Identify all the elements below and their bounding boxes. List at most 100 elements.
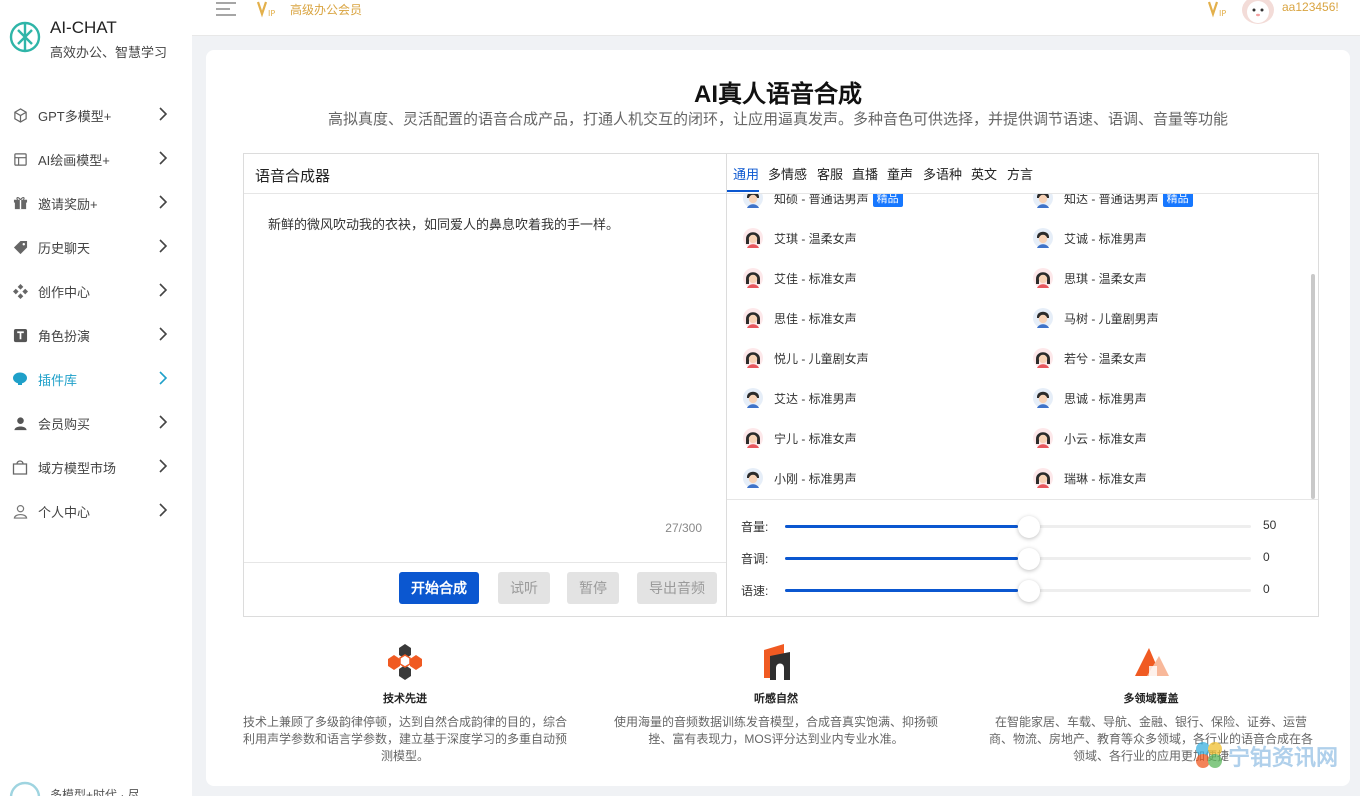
voice-list-scrollbar[interactable] [1311, 274, 1315, 499]
slider-label: 音量: [741, 520, 769, 534]
voice-option[interactable]: 思琪 - 温柔女声 [1032, 266, 1147, 290]
voice-option[interactable]: 瑞琳 - 标准女声 [1032, 466, 1147, 490]
sidebar-item-membership[interactable]: 会员购买 [0, 401, 192, 445]
sidebar-item-label: 邀请奖励+ [38, 196, 98, 212]
female-avatar-icon [743, 228, 763, 248]
feature-title: 听感自然 [754, 693, 798, 705]
female-avatar-icon [1033, 268, 1053, 288]
feature-description: 技术上兼顾了多级韵律停顿，达到自然合成韵律的目的，综合利用声学参数和语言学参数，… [242, 715, 567, 763]
slider-fill [785, 557, 1018, 560]
voice-option[interactable]: 艾达 - 标准男声 [742, 386, 857, 410]
slider-thumb[interactable] [1018, 548, 1040, 570]
female-avatar-icon [1033, 348, 1053, 368]
feature-description: 使用海量的音频数据训练发音模型，合成音真实饱满、抑扬顿挫、富有表现力，MOS评分… [613, 715, 938, 746]
voice-option[interactable]: 马树 - 儿童剧男声 [1032, 306, 1159, 330]
sidebar-item-ai-draw[interactable]: AI绘画模型+ [0, 137, 192, 181]
sidebar-item-creation[interactable]: 创作中心 [0, 269, 192, 313]
listen-button[interactable]: 试听 [498, 572, 550, 604]
slider-label: 语速: [741, 584, 769, 598]
sidebar-item-history[interactable]: 历史聊天 [0, 225, 192, 269]
synthesis-text-input[interactable]: 新鲜的微风吹动我的衣袂，如同爱人的鼻息吹着我的手一样。 [268, 214, 619, 233]
cube-icon [12, 107, 28, 123]
tab-live[interactable]: 直播 [852, 164, 878, 183]
vip-crown-icon: IP [256, 1, 275, 18]
vip-level-label: 高级办公会员 [290, 3, 363, 17]
tab-multilingual[interactable]: 多语种 [923, 164, 962, 183]
cat-avatar-icon [1247, 1, 1269, 23]
sidebar-item-label: 会员购买 [38, 416, 91, 432]
chevron-right-icon [159, 415, 168, 429]
male-avatar-icon [1033, 194, 1053, 208]
volume-slider[interactable]: 音量: 50 [741, 516, 1301, 538]
user-avatar[interactable] [1242, 0, 1274, 24]
voice-category-tabs: 通用 多情感 客服 直播 童声 多语种 英文 方言 [727, 154, 1318, 194]
voice-option[interactable]: 思诚 - 标准男声 [1032, 386, 1147, 410]
slider-track[interactable] [785, 580, 1251, 602]
slider-track[interactable] [785, 516, 1251, 538]
username[interactable]: aa123456! [1282, 0, 1339, 14]
sidebar-nav: GPT多模型+ AI绘画模型+ 邀请奖励+ 历史聊天 创作中心 角色扮演 插件库… [0, 93, 192, 533]
voice-option[interactable]: 宁儿 - 标准女声 [742, 426, 857, 450]
pitch-slider[interactable]: 音调: 0 [741, 548, 1301, 570]
voice-option[interactable]: 思佳 - 标准女声 [742, 306, 857, 330]
voice-option[interactable]: 艾诚 - 标准男声 [1032, 226, 1147, 250]
slider-track[interactable] [785, 548, 1251, 570]
tab-child[interactable]: 童声 [887, 164, 913, 183]
sidebar-item-plugins[interactable]: 插件库 [0, 357, 192, 401]
chevron-right-icon [159, 107, 168, 121]
slider-thumb[interactable] [1018, 516, 1040, 538]
hamburger-menu-icon[interactable] [216, 2, 236, 16]
person-outline-icon [12, 503, 28, 519]
voice-option[interactable]: 若兮 - 温柔女声 [1032, 346, 1147, 370]
voice-option[interactable]: 艾琪 - 温柔女声 [742, 226, 857, 250]
tab-english[interactable]: 英文 [971, 164, 997, 183]
tab-general[interactable]: 通用 [733, 164, 759, 183]
bulb-icon [12, 371, 28, 387]
voice-name: 思佳 - 标准女声 [774, 311, 857, 326]
voice-name: 艾达 - 标准男声 [774, 391, 857, 406]
tab-dialect[interactable]: 方言 [1007, 164, 1033, 183]
diamond-grid-icon [12, 283, 28, 299]
sidebar-item-model-market[interactable]: 域方模型市场 [0, 445, 192, 489]
sidebar-item-profile[interactable]: 个人中心 [0, 489, 192, 533]
topbar: IP 高级办公会员 IP aa123456! [192, 0, 1360, 36]
voice-option[interactable]: 悦儿 - 儿童剧女声 [742, 346, 869, 370]
slider-value: 0 [1263, 582, 1270, 596]
sidebar-item-label: 个人中心 [38, 504, 91, 520]
voice-option[interactable]: 艾佳 - 标准女声 [742, 266, 857, 290]
svg-text:IP: IP [268, 9, 275, 18]
voice-option[interactable]: 知硕 - 普通话男声 精品 [742, 194, 903, 210]
voice-option[interactable]: 知达 - 普通话男声 精品 [1032, 194, 1193, 210]
voice-option[interactable]: 小刚 - 标准男声 [742, 466, 857, 490]
sidebar-item-label: 历史聊天 [38, 240, 91, 256]
start-synthesis-button[interactable]: 开始合成 [399, 572, 479, 604]
voice-name: 悦儿 - 儿童剧女声 [774, 351, 869, 366]
chevron-right-icon [159, 371, 168, 385]
voice-name: 艾佳 - 标准女声 [774, 271, 857, 286]
feature-advanced-tech: 技术先进 技术上兼顾了多级韵律停顿，达到自然合成韵律的目的，综合利用声学参数和语… [240, 642, 570, 765]
tab-emotional[interactable]: 多情感 [768, 164, 807, 183]
male-avatar-icon [1033, 308, 1053, 328]
sidebar-item-gpt[interactable]: GPT多模型+ [0, 93, 192, 137]
male-avatar-icon [1033, 388, 1053, 408]
slider-thumb[interactable] [1018, 580, 1040, 602]
sidebar-item-roleplay[interactable]: 角色扮演 [0, 313, 192, 357]
hexagon-tech-icon [388, 644, 422, 680]
vip-crown-icon: IP [1207, 1, 1226, 18]
tab-customer-service[interactable]: 客服 [817, 164, 843, 183]
voice-name: 知硕 - 普通话男声 [774, 194, 869, 206]
pause-button[interactable]: 暂停 [567, 572, 619, 604]
sidebar-item-invite[interactable]: 邀请奖励+ [0, 181, 192, 225]
gift-icon [12, 195, 28, 211]
premium-badge: 精品 [872, 194, 903, 207]
feature-title: 技术先进 [383, 693, 427, 705]
page-subtitle: 高拟真度、灵活配置的语音合成产品，打通人机交互的闭环，让应用逼真发声。多种音色可… [327, 111, 1228, 128]
voice-name: 若兮 - 温柔女声 [1064, 351, 1147, 366]
chevron-right-icon [159, 503, 168, 517]
svg-text:IP: IP [1219, 9, 1226, 18]
voice-option[interactable]: 小云 - 标准女声 [1032, 426, 1147, 450]
sidebar-bottom-text: 多模型+时代 · 尽 [50, 788, 140, 796]
speed-slider[interactable]: 语速: 0 [741, 580, 1301, 602]
export-audio-button[interactable]: 导出音频 [637, 572, 717, 604]
female-avatar-icon [743, 348, 763, 368]
